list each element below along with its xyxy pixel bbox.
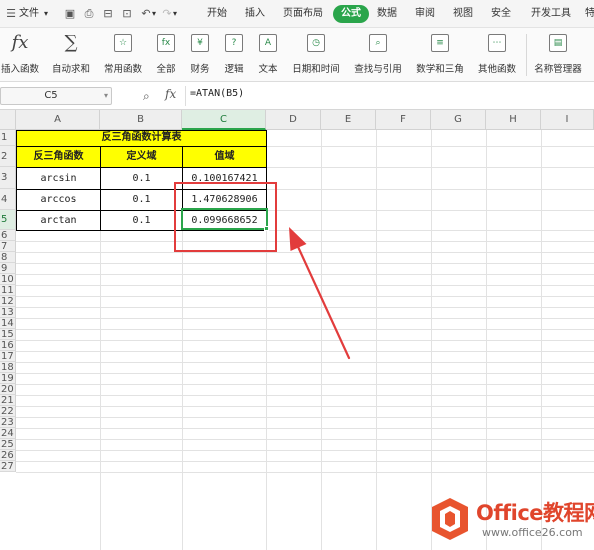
file-menu[interactable]: 文件 — [19, 0, 39, 28]
tab-developer[interactable]: 开发工具 — [531, 0, 571, 28]
formula-input[interactable]: =ATAN(B5) — [190, 88, 244, 99]
fx-icon[interactable]: fx — [165, 87, 176, 101]
lookup-reference-label: 查找与引用 — [354, 64, 402, 75]
fx-icon: fx — [11, 32, 29, 53]
formula-separator — [185, 86, 186, 106]
spreadsheet-grid[interactable]: A B C D E F G H I 1 2 3 4 5 6 7 8 9 10 1… — [0, 110, 594, 550]
star-function-icon: ☆ — [114, 34, 132, 52]
financial-icon: ¥ — [191, 34, 209, 52]
autosum-button[interactable]: ∑ 自动求和 — [46, 30, 96, 80]
other-functions-label: 其他函数 — [477, 64, 516, 75]
undo-icon[interactable]: ↶ — [139, 7, 153, 21]
all-functions-button[interactable]: fx 全部 — [151, 30, 181, 80]
common-functions-button[interactable]: ☆ 常用函数 — [99, 30, 147, 80]
export-icon[interactable]: ⊡ — [120, 7, 134, 21]
date-time-button[interactable]: ◷ 日期和时间 — [288, 30, 344, 80]
all-functions-label: 全部 — [156, 64, 176, 75]
print-preview-icon[interactable]: ⎙ — [82, 7, 96, 21]
tab-home[interactable]: 开始 — [207, 0, 227, 28]
chevron-down-icon[interactable]: ▾ — [104, 88, 108, 104]
ribbon-separator — [526, 34, 527, 76]
clock-icon: ◷ — [307, 34, 325, 52]
sigma-icon: ∑ — [64, 32, 78, 53]
tab-review[interactable]: 审阅 — [415, 0, 435, 28]
redo-icon[interactable]: ↷ — [160, 7, 174, 21]
more-functions-icon: ⋯ — [488, 34, 506, 52]
insert-function-label: 插入函数 — [0, 64, 39, 75]
undo-dropdown-icon[interactable]: ▾ — [152, 0, 156, 28]
tab-data[interactable]: 数据 — [377, 0, 397, 28]
tab-security[interactable]: 安全 — [491, 0, 511, 28]
text-label: 文本 — [258, 64, 278, 75]
logical-button[interactable]: ? 逻辑 — [219, 30, 249, 80]
office-logo-icon — [432, 498, 468, 540]
text-button[interactable]: A 文本 — [253, 30, 283, 80]
quick-access-dropdown-icon[interactable]: ▾ — [173, 0, 177, 28]
name-manager-icon: ▤ — [549, 34, 567, 52]
name-box-value: C5 — [44, 90, 58, 101]
lookup-reference-button[interactable]: ⌕ 查找与引用 — [350, 30, 406, 80]
menu-bar: ☰ 文件 ▾ ▣ ⎙ ⊟ ⊡ ↶ ▾ ↷ ▾ 开始 插入 页面布局 公式 数据 … — [0, 0, 594, 28]
name-manager-button[interactable]: ▤ 名称管理器 — [532, 30, 584, 80]
zoom-icon[interactable]: ⌕ — [143, 89, 150, 104]
watermark-title: Office教程网 — [476, 501, 594, 525]
logical-label: 逻辑 — [224, 64, 244, 75]
menu-icon[interactable]: ☰ — [4, 7, 18, 21]
watermark-url: www.office26.com — [482, 526, 583, 539]
tab-formulas[interactable]: 公式 — [333, 5, 369, 23]
tab-view[interactable]: 视图 — [453, 0, 473, 28]
insert-function-button[interactable]: fx 插入函数 — [0, 30, 40, 80]
tab-special[interactable]: 特 — [585, 0, 594, 28]
name-manager-label: 名称管理器 — [534, 64, 582, 75]
tab-page-layout[interactable]: 页面布局 — [283, 0, 323, 28]
tab-insert[interactable]: 插入 — [245, 0, 265, 28]
autosum-label: 自动求和 — [51, 64, 90, 75]
text-icon: A — [259, 34, 277, 52]
date-time-label: 日期和时间 — [292, 64, 340, 75]
financial-button[interactable]: ¥ 财务 — [185, 30, 215, 80]
formula-bar: C5 ▾ ⌕ fx =ATAN(B5) — [0, 82, 594, 110]
chevron-down-icon[interactable]: ▾ — [44, 0, 48, 28]
watermark: Office教程网 www.office26.com — [427, 493, 594, 550]
math-trig-label: 数学和三角 — [416, 64, 464, 75]
logical-icon: ? — [225, 34, 243, 52]
ribbon: fx 插入函数 ∑ 自动求和 ☆ 常用函数 fx 全部 ¥ 财务 ? 逻辑 A … — [0, 28, 594, 82]
name-box[interactable]: C5 ▾ — [0, 87, 112, 105]
math-icon: ≡ — [431, 34, 449, 52]
financial-label: 财务 — [190, 64, 210, 75]
annotation-arrow-icon — [289, 227, 351, 360]
other-functions-button[interactable]: ⋯ 其他函数 — [472, 30, 522, 80]
save-icon[interactable]: ▣ — [63, 7, 77, 21]
math-trig-button[interactable]: ≡ 数学和三角 — [412, 30, 468, 80]
common-functions-label: 常用函数 — [103, 64, 142, 75]
print-icon[interactable]: ⊟ — [101, 7, 115, 21]
all-functions-icon: fx — [157, 34, 175, 52]
lookup-icon: ⌕ — [369, 34, 387, 52]
